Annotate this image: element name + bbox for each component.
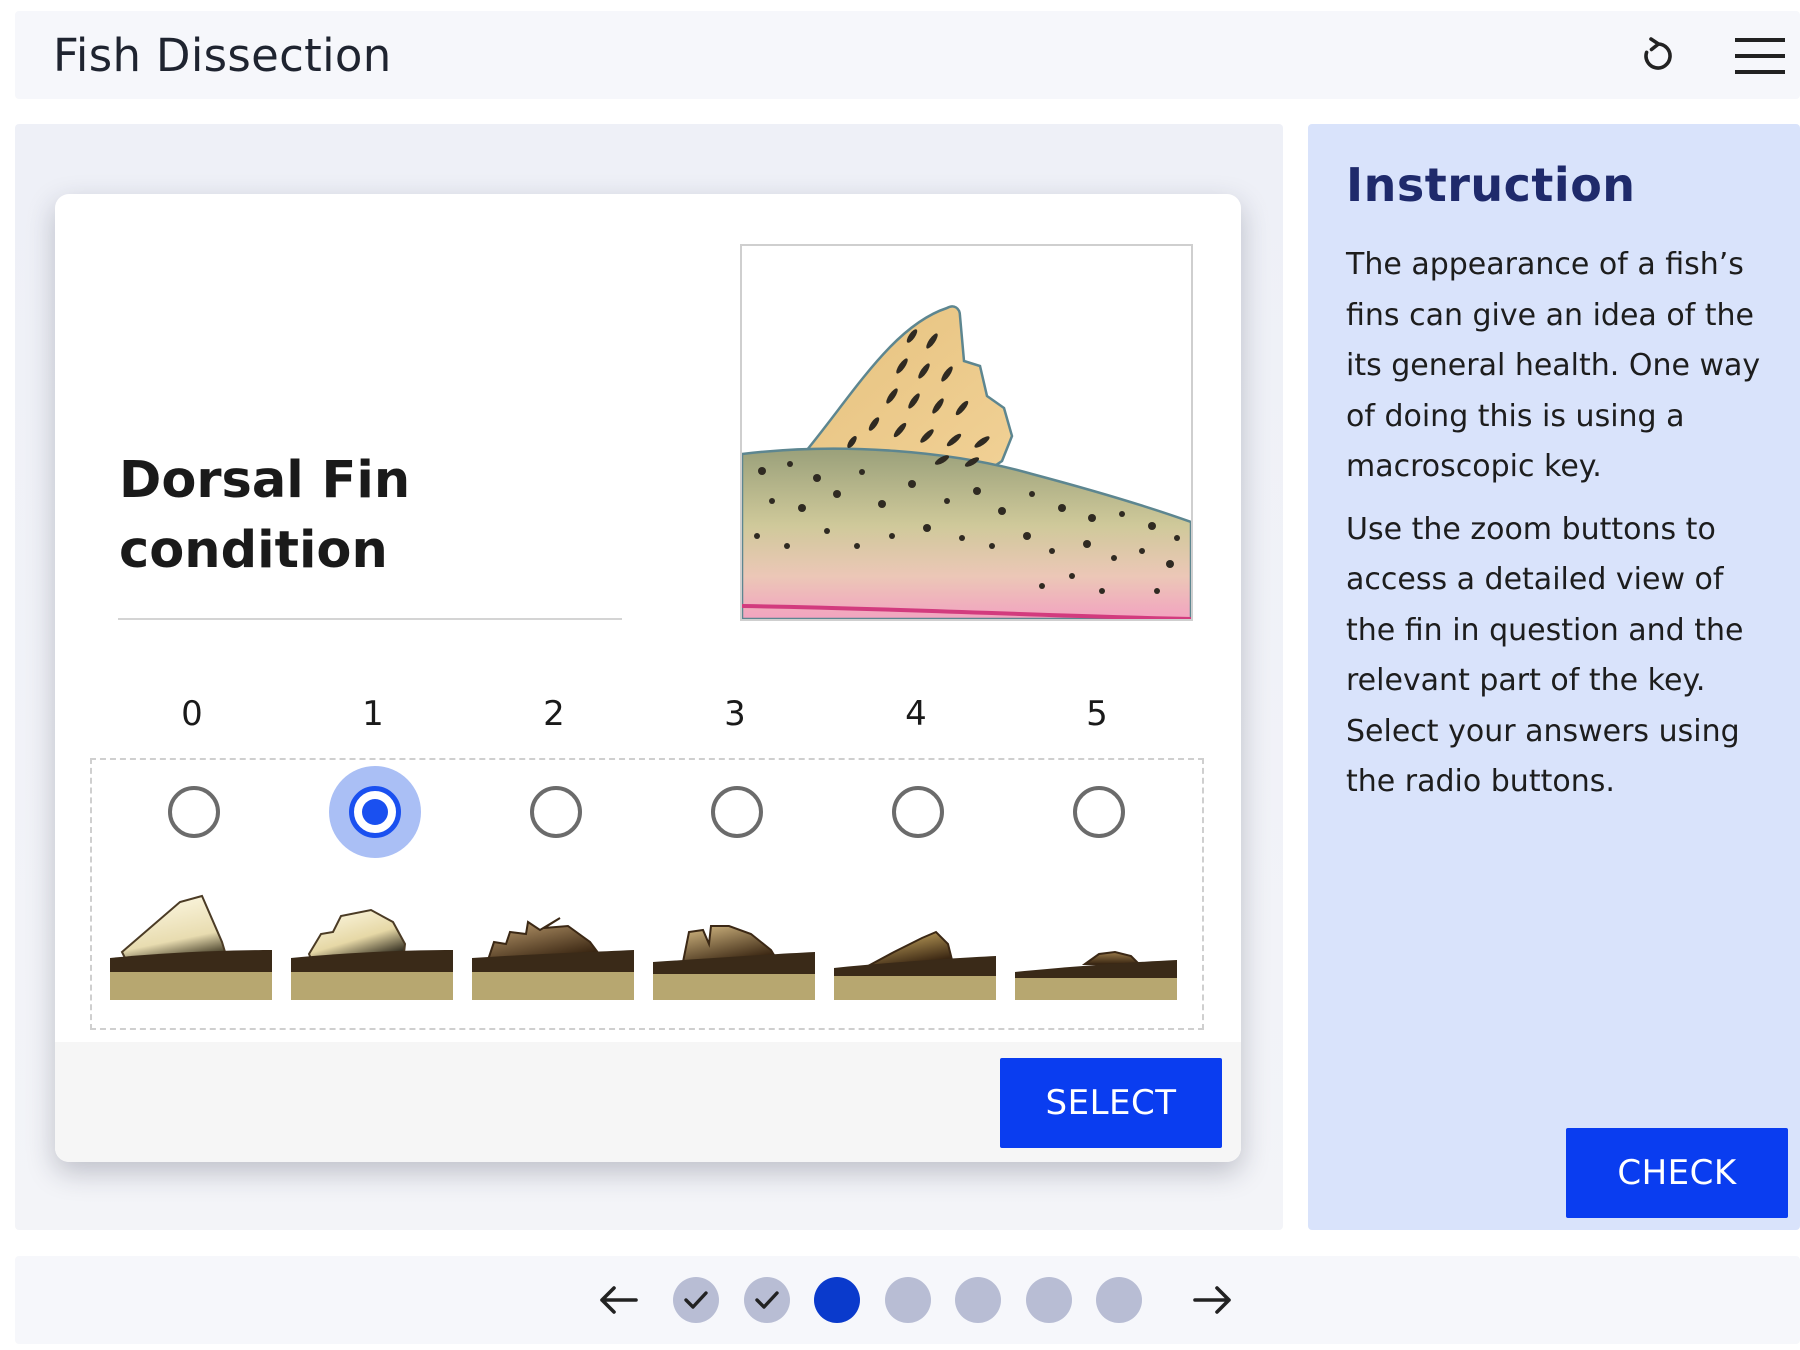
top-bar: Fish Dissection xyxy=(15,11,1800,99)
instruction-panel: Instruction The appearance of a fish’s f… xyxy=(1308,124,1800,1230)
checkmark-icon xyxy=(684,1291,708,1309)
card-footer: SELECT xyxy=(55,1042,1241,1162)
question-card: Dorsal Fin condition 0 1 2 3 4 5 SELECT xyxy=(55,194,1241,1162)
fin-thumbnail-5 xyxy=(1015,950,1177,1000)
fin-thumbnail-0 xyxy=(110,894,272,1000)
select-button[interactable]: SELECT xyxy=(1000,1058,1222,1148)
step-dot-5[interactable] xyxy=(955,1277,1001,1323)
app-title: Fish Dissection xyxy=(53,29,392,82)
instruction-paragraph-1: The appearance of a fish’s fins can give… xyxy=(1346,247,1761,484)
radio-option-5[interactable] xyxy=(1073,786,1125,838)
fin-thumbnail-1 xyxy=(291,908,453,1000)
question-title: Dorsal Fin condition xyxy=(119,446,579,586)
scale-labels: 0 1 2 3 4 5 xyxy=(55,694,1241,738)
dorsal-fin-image xyxy=(740,244,1193,621)
scale-label-4: 4 xyxy=(905,694,927,734)
fin-thumbnail-2 xyxy=(472,917,634,1000)
instruction-body: The appearance of a fish’s fins can give… xyxy=(1346,240,1766,820)
radio-option-0[interactable] xyxy=(168,786,220,838)
scale-label-3: 3 xyxy=(724,694,746,734)
radio-selected-dot xyxy=(362,799,388,825)
menu-button[interactable] xyxy=(1731,29,1789,83)
step-dot-2-completed[interactable] xyxy=(744,1277,790,1323)
instruction-title: Instruction xyxy=(1346,158,1636,212)
radio-option-2[interactable] xyxy=(530,786,582,838)
next-button[interactable] xyxy=(1185,1272,1241,1328)
restart-icon xyxy=(1644,37,1672,70)
radio-option-3[interactable] xyxy=(711,786,763,838)
scale-label-0: 0 xyxy=(181,694,203,734)
previous-button[interactable] xyxy=(590,1272,646,1328)
checkmark-icon xyxy=(755,1291,779,1309)
dorsal-fin-illustration xyxy=(742,305,1191,619)
radio-selected-ring xyxy=(349,786,401,838)
radio-option-1[interactable] xyxy=(329,766,421,858)
scale-label-5: 5 xyxy=(1086,694,1108,734)
step-dot-7[interactable] xyxy=(1096,1277,1142,1323)
arrow-right-icon xyxy=(1193,1286,1231,1314)
instruction-paragraph-2: Use the zoom buttons to access a detaile… xyxy=(1346,511,1744,800)
question-title-line2: condition xyxy=(119,521,388,580)
check-button[interactable]: CHECK xyxy=(1566,1128,1788,1218)
activity-stage: Dorsal Fin condition 0 1 2 3 4 5 SELECT xyxy=(15,124,1283,1230)
step-dot-1-completed[interactable] xyxy=(673,1277,719,1323)
scale-label-2: 2 xyxy=(543,694,565,734)
fin-condition-options xyxy=(90,758,1204,1030)
fin-thumbnail-3 xyxy=(653,925,815,1000)
step-dot-4[interactable] xyxy=(885,1277,931,1323)
restart-button[interactable] xyxy=(1631,29,1685,83)
step-navigation xyxy=(15,1256,1800,1344)
scale-label-1: 1 xyxy=(362,694,384,734)
step-dot-6[interactable] xyxy=(1026,1277,1072,1323)
fin-thumbnail-4 xyxy=(834,930,996,1000)
radio-option-4[interactable] xyxy=(892,786,944,838)
hamburger-menu-icon xyxy=(1735,38,1785,74)
step-dot-3-current[interactable] xyxy=(814,1277,860,1323)
arrow-left-icon xyxy=(600,1286,638,1314)
title-divider xyxy=(118,618,622,620)
question-title-line1: Dorsal Fin xyxy=(119,451,411,510)
